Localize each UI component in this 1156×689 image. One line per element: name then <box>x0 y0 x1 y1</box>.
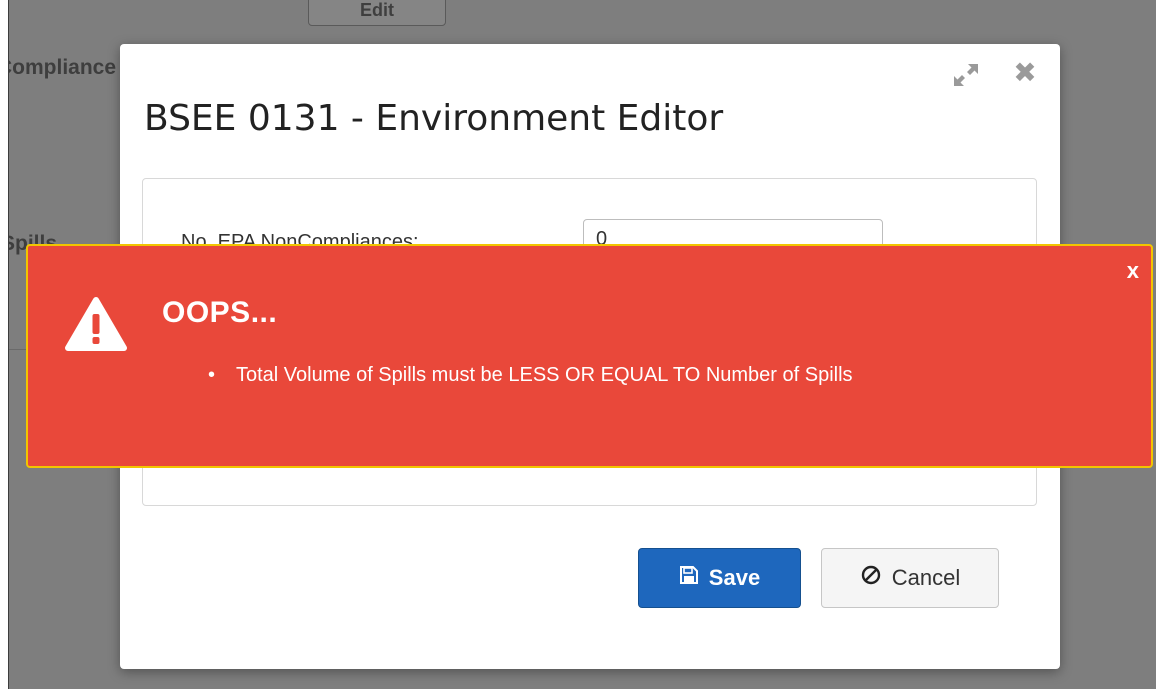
error-toast: x OOPS... • Total Volume of Spills must … <box>26 244 1153 468</box>
ban-icon <box>860 564 882 592</box>
toast-close-button[interactable]: x <box>1127 258 1139 284</box>
cancel-button[interactable]: Cancel <box>821 548 999 608</box>
save-button[interactable]: Save <box>638 548 801 608</box>
background-edit-label: Edit <box>360 0 394 20</box>
cancel-button-label: Cancel <box>891 565 961 590</box>
toast-message: • Total Volume of Spills must be LESS OR… <box>208 364 853 387</box>
expand-icon[interactable] <box>950 60 982 90</box>
warning-triangle-icon <box>64 296 128 352</box>
background-edit-button: Edit <box>308 0 446 26</box>
close-icon[interactable]: ✖ <box>1010 58 1040 88</box>
toast-title: OOPS... <box>162 296 278 329</box>
floppy-disk-icon <box>679 565 699 591</box>
save-button-label: Save <box>708 565 761 590</box>
background-compliance-label: Compliance <box>8 56 117 79</box>
toast-message-text: Total Volume of Spills must be LESS OR E… <box>236 364 853 386</box>
bullet: • <box>208 364 216 386</box>
modal-title: BSEE 0131 - Environment Editor <box>144 98 724 139</box>
toast-message-list: • Total Volume of Spills must be LESS OR… <box>208 364 853 387</box>
